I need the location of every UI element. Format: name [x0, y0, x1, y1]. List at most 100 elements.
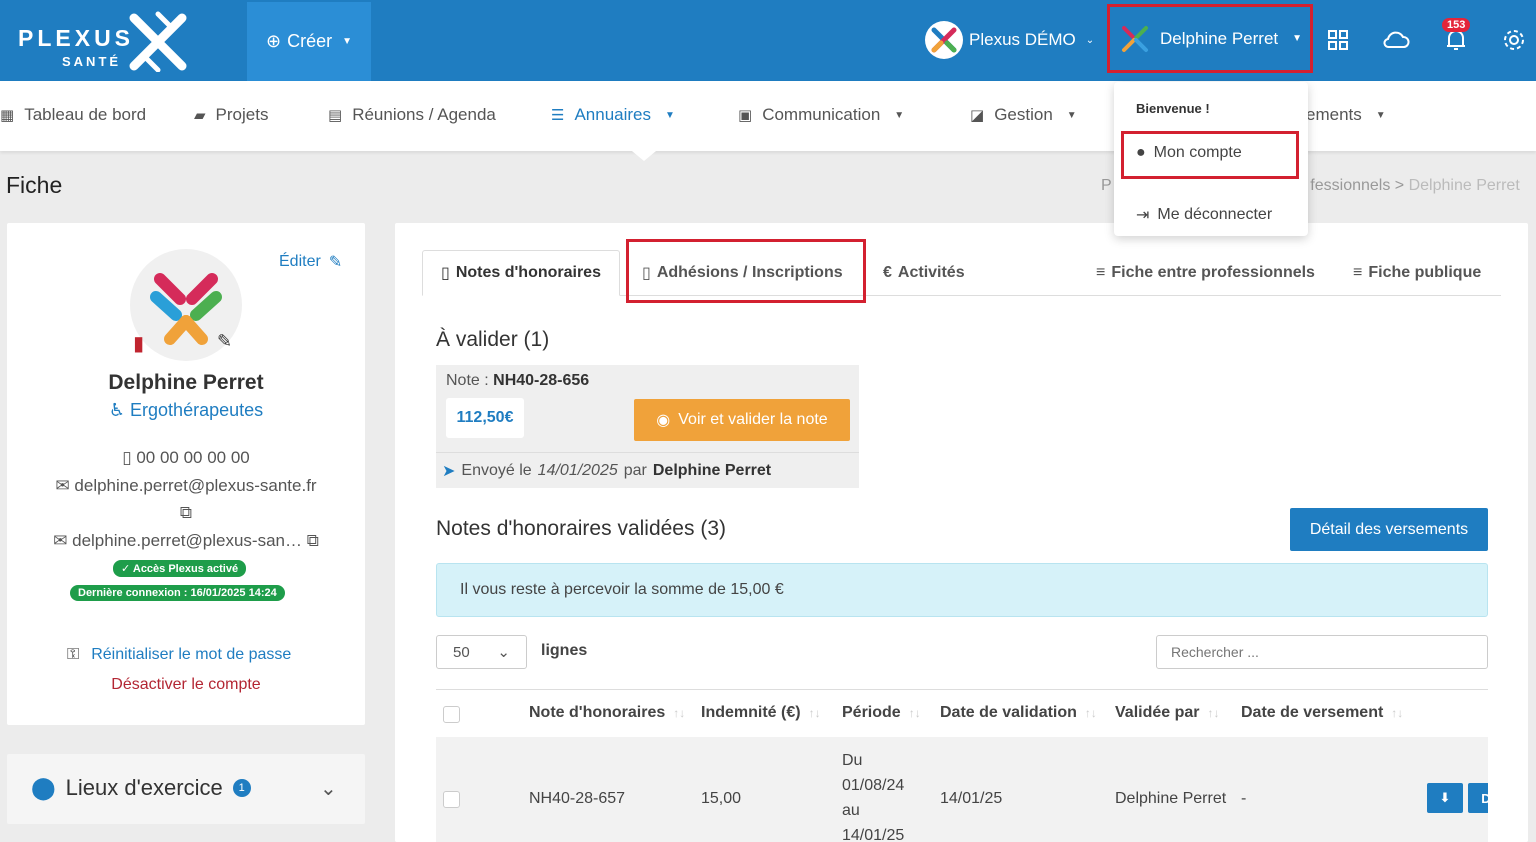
email-line[interactable]: ✉ delphine.perret@plexus-sante.fr: [7, 476, 365, 496]
my-account-menu-item[interactable]: ● Mon compte: [1136, 144, 1242, 162]
logout-icon: ⇥: [1136, 207, 1150, 224]
nav-item-label: ements: [1306, 105, 1362, 124]
calendar-icon: ▤: [328, 107, 343, 124]
deactivate-account-link[interactable]: Désactiver le compte: [7, 676, 365, 694]
notification-count-badge: 153: [1442, 18, 1471, 32]
validated-section-title: Notes d'honoraires validées (3): [436, 517, 726, 540]
nav-item-label: Tableau de bord: [24, 105, 147, 124]
profession-label: Ergothérapeutes: [130, 400, 264, 420]
column-header-payment-date[interactable]: Date de versement ↑↓: [1241, 704, 1403, 722]
profile-card: ▮ ✎ Éditer ✎ Delphine Perret ♿ Ergothéra…: [7, 223, 365, 725]
copy-email-icon[interactable]: ⧉: [7, 503, 365, 523]
column-header-note[interactable]: Note d'honoraires ↑↓: [529, 704, 685, 722]
phone-icon: ▯: [122, 448, 132, 467]
logo-subword: SANTÉ: [62, 54, 122, 69]
note-id: NH40-28-656: [493, 372, 590, 389]
cell-validation-date: 14/01/25: [940, 790, 1003, 807]
breadcrumb-item[interactable]: fessionnels: [1310, 177, 1390, 194]
column-header-indemnity[interactable]: Indemnité (€) ↑↓: [701, 704, 821, 722]
reset-password-link[interactable]: ⚿ Réinitialiser le mot de passe: [67, 646, 291, 664]
column-header-validated-by[interactable]: Validée par ↑↓: [1115, 704, 1220, 722]
cloud-icon[interactable]: [1382, 26, 1410, 54]
gear-icon[interactable]: [1500, 26, 1528, 54]
column-header-validation-date[interactable]: Date de validation ↑↓: [940, 704, 1097, 722]
secure-email-line[interactable]: ✉ delphine.perret@plexus-san… ⧉: [7, 531, 365, 551]
plus-circle-icon: ⊕: [265, 31, 282, 51]
create-label: Créer: [287, 31, 333, 51]
cell-period-line: 01/08/24: [842, 777, 905, 794]
nav-item-dashboard[interactable]: ▦ Tableau de bord: [0, 105, 146, 125]
page-title: Fiche: [6, 172, 63, 198]
nav-item-label: Réunions / Agenda: [352, 105, 496, 124]
tab-bar: ▯ Notes d'honoraires ▯ Adhésions / Inscr…: [422, 250, 1501, 296]
edit-label: Éditer: [279, 253, 321, 270]
tab-professional-sheet[interactable]: ≡ Fiche entre professionnels: [1096, 250, 1315, 296]
table-header: Note d'honoraires ↑↓ Indemnité (€) ↑↓ Péri…: [436, 689, 1488, 737]
row-action-button[interactable]: D: [1468, 783, 1488, 813]
nav-active-pointer: [632, 151, 656, 161]
cell-indemnity: 15,00: [701, 790, 742, 807]
button-label: Voir et valider la note: [678, 411, 828, 428]
page-length-select[interactable]: 50 ⌄: [436, 635, 527, 669]
pencil-icon[interactable]: ✎: [217, 331, 232, 352]
chevron-down-icon[interactable]: ⌄: [320, 776, 337, 801]
create-menu-button[interactable]: ⊕ Créer ▼: [247, 2, 371, 81]
tab-public-sheet[interactable]: ≡ Fiche publique: [1353, 250, 1481, 296]
access-status-badge: ✓ Accès Plexus activé: [113, 560, 247, 577]
locations-panel[interactable]: ⬤ Lieux d'exercice 1 ⌄: [7, 754, 365, 824]
cell-payment-date: -: [1241, 790, 1247, 807]
sent-by: Delphine Perret: [652, 461, 772, 479]
plexus-x-icon: [931, 27, 957, 53]
nav-item-label: Gestion: [994, 105, 1053, 124]
tab-activities[interactable]: € Activités: [883, 250, 965, 296]
caret-down-icon: ▼: [894, 109, 905, 121]
map-pin-icon: ⬤: [31, 775, 56, 800]
edit-profile-link[interactable]: Éditer ✎: [279, 252, 342, 272]
nav-item-meetings[interactable]: ▤ Réunions / Agenda: [328, 105, 496, 125]
page-length-label: lignes: [541, 642, 588, 659]
chevron-down-icon: ⌄: [1085, 34, 1095, 46]
tab-label: Fiche entre professionnels: [1111, 264, 1315, 281]
column-header-period[interactable]: Période ↑↓: [842, 704, 921, 722]
phone-line: ▯ 00 00 00 00 00: [7, 448, 365, 468]
plexus-logo[interactable]: PLEXUS SANTÉ: [18, 10, 190, 72]
locations-title: ⬤ Lieux d'exercice 1: [31, 775, 251, 801]
trash-icon[interactable]: ▮: [133, 331, 144, 356]
organization-switcher[interactable]: Plexus DÉMO ⌄: [925, 20, 1094, 60]
nav-item-communication[interactable]: ▣ Communication ▼: [738, 105, 904, 125]
payment-details-button[interactable]: Détail des versements: [1290, 508, 1488, 551]
user-menu-button[interactable]: Delphine Perret ▼: [1107, 4, 1313, 73]
locations-label: Lieux d'exercice: [65, 775, 223, 800]
user-circle-icon: ●: [1136, 144, 1146, 161]
chevron-down-icon: ⌄: [497, 644, 510, 661]
nav-item-projects[interactable]: ▰ Projets: [194, 105, 268, 125]
nav-item-label: Communication: [762, 105, 881, 124]
copy-icon[interactable]: ⧉: [307, 531, 319, 550]
note-prefix: Note :: [446, 372, 489, 389]
view-validate-note-button[interactable]: ◉ Voir et valider la note: [634, 399, 850, 441]
profile-profession[interactable]: ♿ Ergothérapeutes: [7, 400, 365, 421]
profile-name: Delphine Perret: [108, 371, 264, 394]
nav-item-partial[interactable]: ements ▼: [1306, 105, 1386, 125]
document-icon: ▯: [441, 265, 450, 282]
logout-menu-item[interactable]: ⇥ Me déconnecter: [1136, 205, 1272, 225]
my-account-label: Mon compte: [1153, 144, 1242, 161]
folder-icon: ▰: [194, 107, 206, 124]
newspaper-icon: ▣: [738, 107, 753, 124]
download-button[interactable]: ⬇: [1427, 783, 1463, 813]
row-checkbox[interactable]: [443, 791, 460, 808]
user-name-label: Delphine Perret: [1160, 28, 1279, 48]
select-all-checkbox[interactable]: [443, 706, 460, 723]
caret-down-icon: ▼: [1292, 33, 1303, 44]
table-search-input[interactable]: [1156, 635, 1488, 669]
grid-icon[interactable]: [1324, 26, 1352, 54]
reset-password-label: Réinitialiser le mot de passe: [91, 646, 292, 663]
tab-fee-notes[interactable]: ▯ Notes d'honoraires: [422, 250, 620, 296]
cell-period-line: Du: [842, 752, 863, 769]
sort-icon: ↑↓: [1391, 706, 1404, 720]
nav-item-directories[interactable]: ☰ Annuaires ▼: [551, 105, 675, 125]
cell-period-line: au: [842, 802, 860, 819]
breadcrumb-start[interactable]: P: [1101, 177, 1111, 194]
note-amount: 112,50€: [446, 398, 524, 438]
nav-item-management[interactable]: ◪ Gestion ▼: [970, 105, 1077, 125]
